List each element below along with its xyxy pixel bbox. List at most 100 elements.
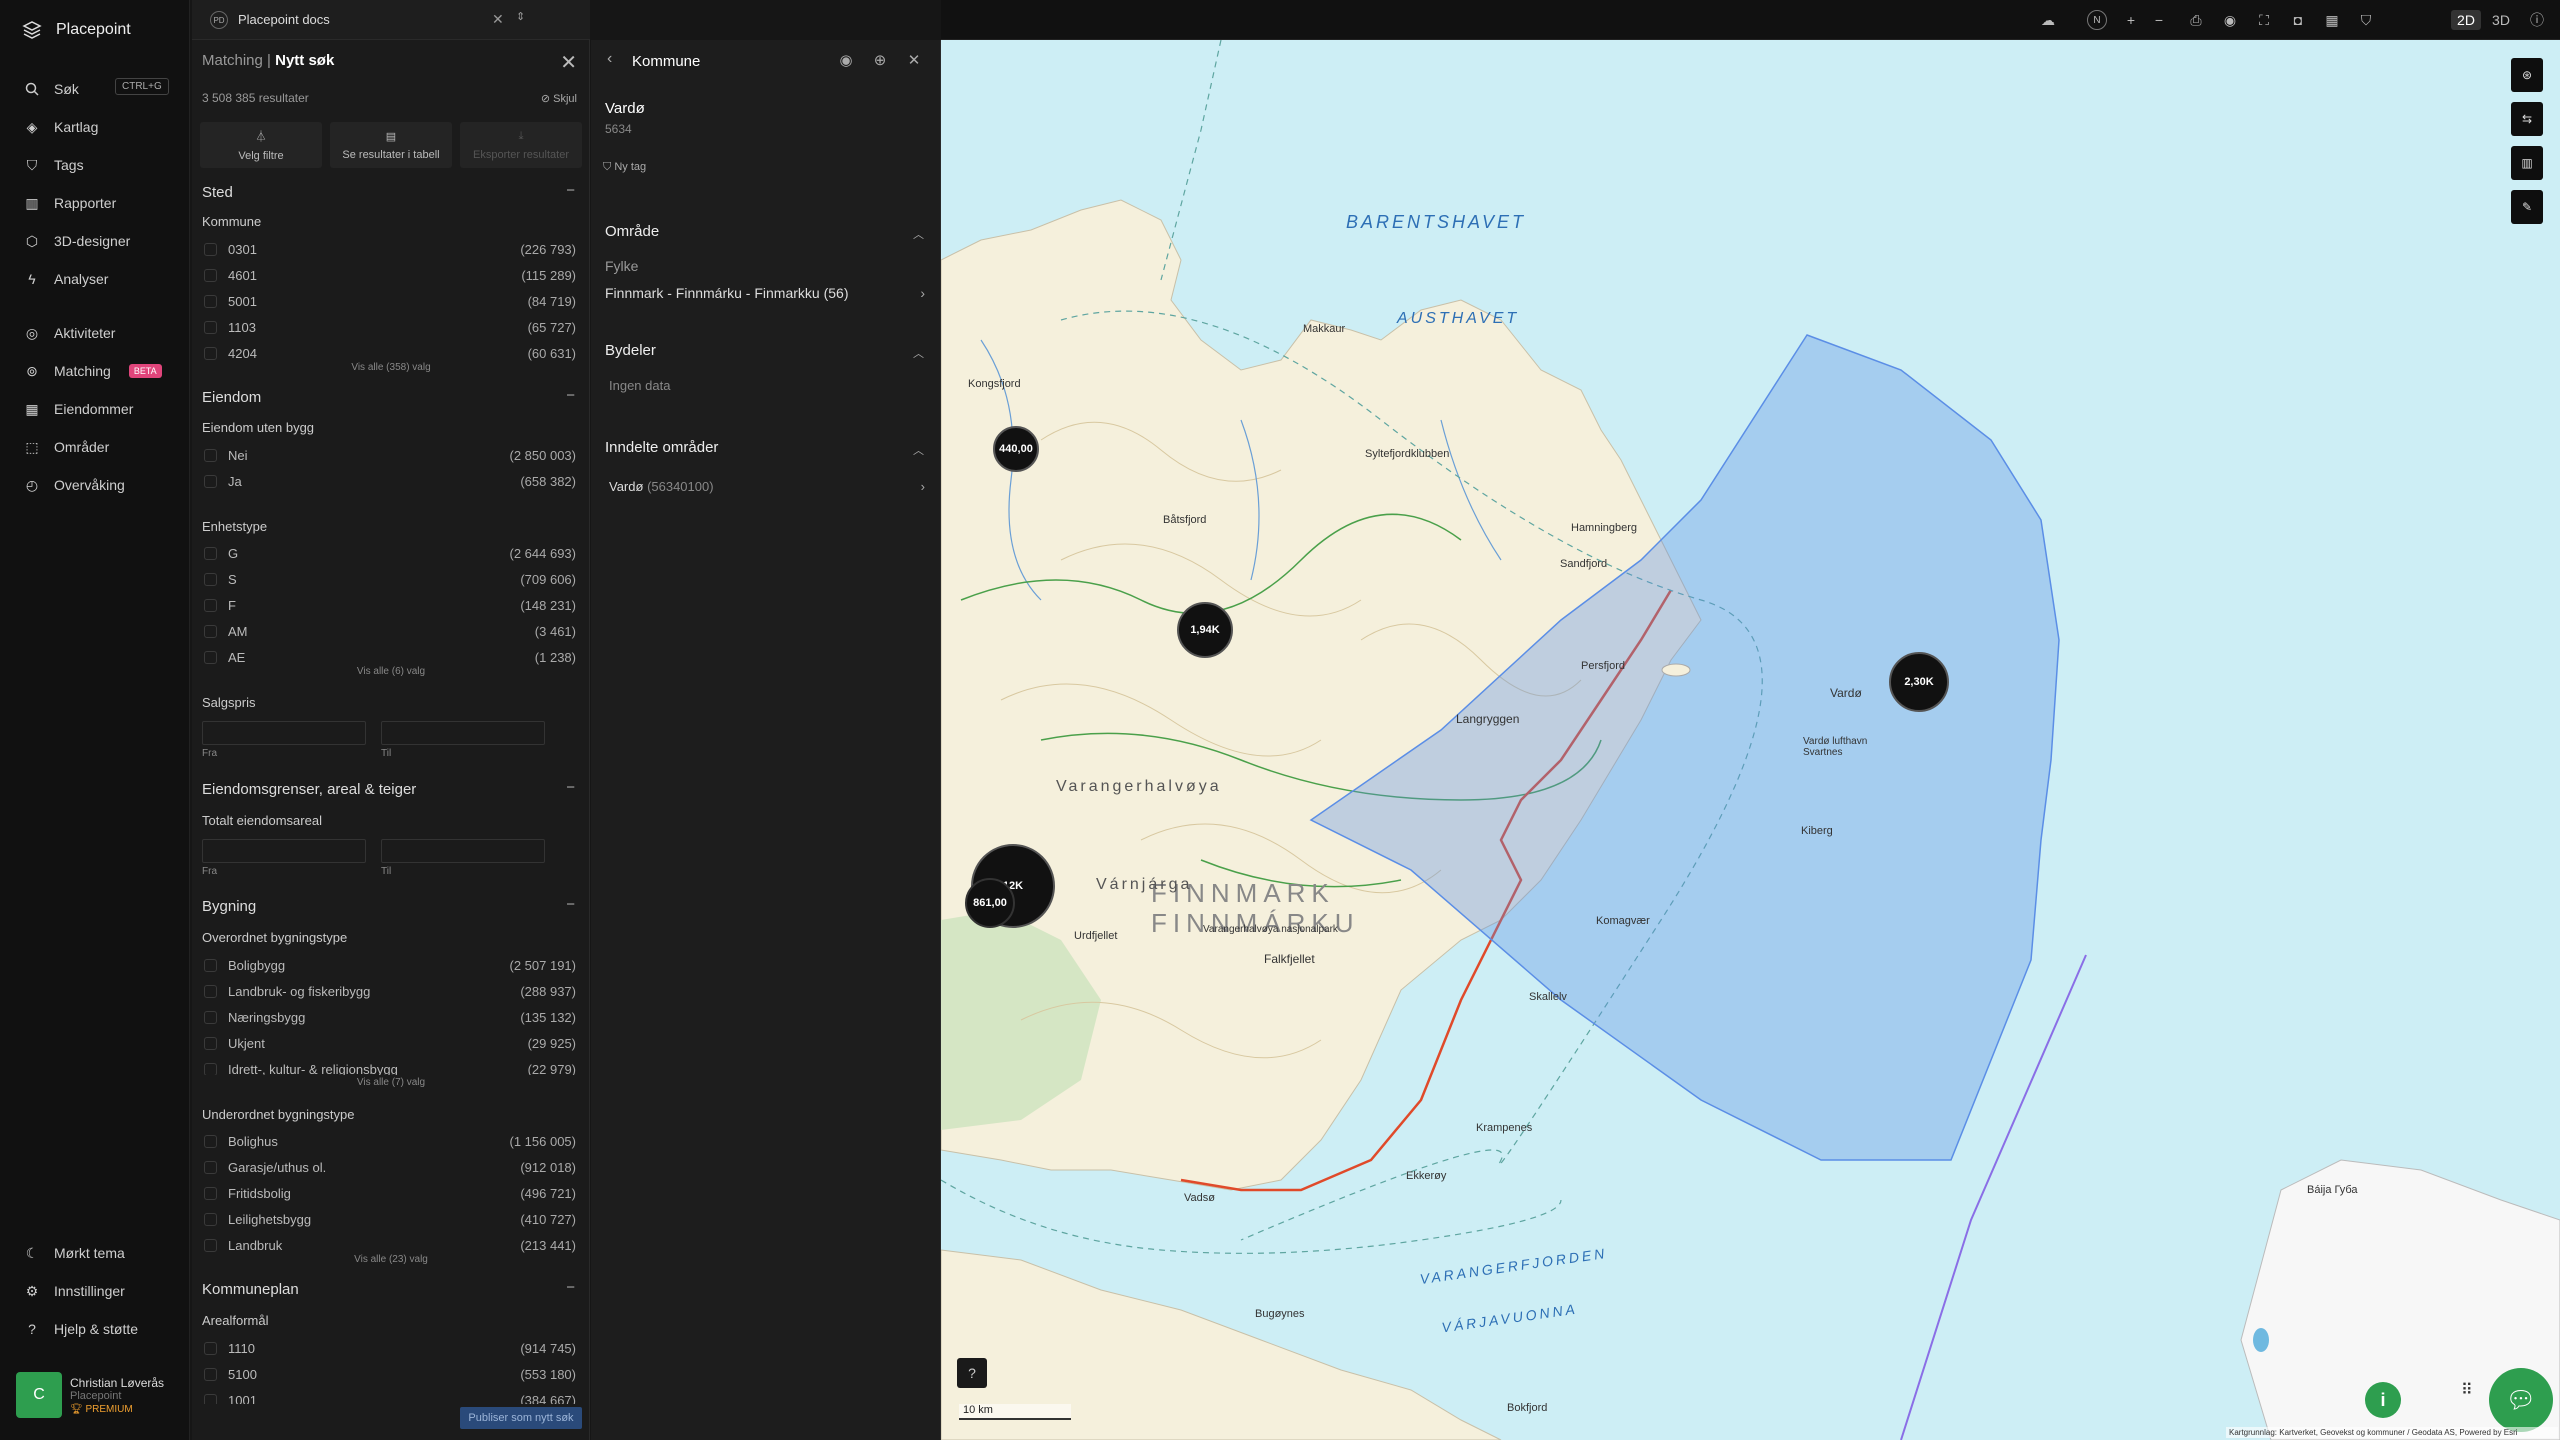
checkbox[interactable] bbox=[204, 1239, 217, 1252]
area-to-input[interactable] bbox=[381, 839, 545, 863]
filter-option[interactable]: Idrett-, kultur- & religionsbygg (22 979) bbox=[202, 1061, 576, 1075]
nav-item-settings[interactable]: ⚙ Innstillinger bbox=[24, 1280, 125, 1302]
nav-item-dark-theme[interactable]: ☾ Mørkt tema bbox=[24, 1242, 125, 1264]
checkbox[interactable] bbox=[204, 1394, 217, 1404]
help-icon[interactable]: ? bbox=[957, 1358, 987, 1388]
nav-item-kartlag[interactable]: ◈ Kartlag bbox=[24, 116, 99, 138]
collapse-icon[interactable]: − bbox=[566, 387, 575, 404]
filter-option[interactable]: AE (1 238) bbox=[202, 649, 576, 667]
target-icon[interactable]: ⊕ bbox=[871, 51, 889, 69]
collapse-icon[interactable]: − bbox=[566, 1279, 575, 1296]
nav-item-matching[interactable]: ⊚ Matching BETA bbox=[24, 360, 162, 382]
checkbox[interactable] bbox=[204, 321, 217, 334]
nav-item-omrader[interactable]: ⬚ Områder bbox=[24, 436, 109, 458]
filter-option[interactable]: Landbruk (213 441) bbox=[202, 1237, 576, 1255]
checkbox[interactable] bbox=[204, 625, 217, 638]
checkbox[interactable] bbox=[204, 547, 217, 560]
checkbox[interactable] bbox=[204, 475, 217, 488]
new-tag-button[interactable]: ⛉ Ny tag bbox=[603, 161, 646, 174]
filter-option[interactable]: Ukjent (29 925) bbox=[202, 1035, 576, 1053]
checkbox[interactable] bbox=[204, 651, 217, 664]
hide-button[interactable]: ⊘ Skjul bbox=[541, 92, 577, 105]
export-results-button[interactable]: ⤓ Eksporter resultater bbox=[460, 122, 582, 168]
filter-option[interactable]: S (709 606) bbox=[202, 571, 576, 589]
filter-option[interactable]: Ja (658 382) bbox=[202, 473, 576, 491]
eye-icon[interactable]: ◉ bbox=[2220, 10, 2240, 30]
map-layers-icon[interactable]: ⊛ bbox=[2511, 58, 2543, 92]
fullscreen-icon[interactable]: ⛶ bbox=[2254, 10, 2274, 30]
price-to-input[interactable] bbox=[381, 721, 545, 745]
document-tab[interactable]: PD Placepoint docs ✕ ⇕ bbox=[192, 0, 590, 40]
checkbox[interactable] bbox=[204, 1011, 217, 1024]
section-bydeler[interactable]: Bydeler bbox=[605, 342, 656, 359]
close-icon[interactable]: ✕ bbox=[492, 11, 504, 28]
user-profile[interactable]: C Christian Løverås Placepoint 🏆︎ PREMIU… bbox=[16, 1372, 164, 1418]
nav-item-eiendommer[interactable]: ▦ Eiendommer bbox=[24, 398, 133, 420]
close-icon[interactable]: ✕ bbox=[560, 50, 577, 75]
show-table-button[interactable]: ▤ Se resultater i tabell bbox=[330, 122, 452, 168]
zoom-out-icon[interactable]: − bbox=[2149, 10, 2169, 30]
section-omrade[interactable]: Område bbox=[605, 223, 659, 240]
nav-item-overvaking[interactable]: ◴ Overvåking bbox=[24, 474, 125, 496]
chat-icon[interactable]: 💬︎ bbox=[2489, 1368, 2553, 1432]
checkbox[interactable] bbox=[204, 347, 217, 360]
measure-icon[interactable]: ⇆ bbox=[2511, 102, 2543, 136]
drag-handle-icon[interactable]: ⠿ bbox=[2461, 1380, 2473, 1400]
draw-icon[interactable]: ✎ bbox=[2511, 190, 2543, 224]
checkbox[interactable] bbox=[204, 1135, 217, 1148]
show-all-link[interactable]: Vis alle (6) valg bbox=[192, 666, 590, 677]
compass-icon[interactable]: N bbox=[2087, 10, 2107, 30]
map-cluster[interactable]: 2,30K bbox=[1889, 652, 1949, 712]
filter-option[interactable]: 1001 (384 667) bbox=[202, 1392, 576, 1404]
mode-3d-button[interactable]: 3D bbox=[2489, 10, 2513, 30]
zoom-in-icon[interactable]: + bbox=[2121, 10, 2141, 30]
checkbox[interactable] bbox=[204, 449, 217, 462]
print-icon[interactable]: ⎙ bbox=[2186, 10, 2206, 30]
checkbox[interactable] bbox=[204, 573, 217, 586]
filter-option[interactable]: 1110 (914 745) bbox=[202, 1340, 576, 1358]
show-all-link[interactable]: Vis alle (23) valg bbox=[192, 1254, 590, 1265]
section-eiendomsgrenser[interactable]: Eiendomsgrenser, areal & teiger bbox=[202, 781, 416, 798]
filter-option[interactable]: 0301 (226 793) bbox=[202, 241, 576, 259]
collapse-icon[interactable]: − bbox=[566, 779, 575, 796]
filter-option[interactable]: 4204 (60 631) bbox=[202, 345, 576, 363]
nav-item-aktiviteter[interactable]: ◎ Aktiviteter bbox=[24, 322, 116, 344]
filter-option[interactable]: Garasje/uthus ol. (912 018) bbox=[202, 1159, 576, 1177]
section-kommuneplan[interactable]: Kommuneplan bbox=[202, 1281, 299, 1298]
checkbox[interactable] bbox=[204, 243, 217, 256]
map-canvas[interactable]: BARENTSHAVET AUSTHAVET VARANGERFJORDEN V… bbox=[941, 40, 2560, 1440]
chevron-up-icon[interactable]: ︿ bbox=[913, 345, 924, 361]
filter-option[interactable]: Leilighetsbygg (410 727) bbox=[202, 1211, 576, 1229]
checkbox[interactable] bbox=[204, 599, 217, 612]
publish-search-button[interactable]: Publiser som nytt søk bbox=[460, 1407, 582, 1429]
filter-option[interactable]: Boligbygg (2 507 191) bbox=[202, 957, 576, 975]
fylke-link[interactable]: Finnmark - Finnmárku - Finmarkku (56) › bbox=[605, 285, 925, 301]
chevron-updown-icon[interactable]: ⇕ bbox=[516, 10, 525, 23]
brand[interactable]: Placepoint bbox=[22, 20, 131, 40]
choose-filters-button[interactable]: ⏃ Velg filtre bbox=[200, 122, 322, 168]
mode-2d-button[interactable]: 2D bbox=[2451, 10, 2481, 30]
chevron-up-icon[interactable]: ︿ bbox=[913, 442, 924, 458]
checkbox[interactable] bbox=[204, 985, 217, 998]
camera-icon[interactable]: ◘ bbox=[2288, 10, 2308, 30]
checkbox[interactable] bbox=[204, 1342, 217, 1355]
filter-option[interactable]: Næringsbygg (135 132) bbox=[202, 1009, 576, 1027]
grid-icon[interactable]: ▦ bbox=[2322, 10, 2342, 30]
section-bygning[interactable]: Bygning bbox=[202, 898, 256, 915]
section-eiendom[interactable]: Eiendom bbox=[202, 389, 261, 406]
filter-option[interactable]: 5100 (553 180) bbox=[202, 1366, 576, 1384]
show-all-link[interactable]: Vis alle (358) valg bbox=[192, 362, 590, 373]
price-from-input[interactable] bbox=[202, 721, 366, 745]
checkbox[interactable] bbox=[204, 1368, 217, 1381]
collapse-icon[interactable]: − bbox=[566, 182, 575, 199]
breadcrumb-matching[interactable]: Matching bbox=[202, 52, 263, 69]
area-from-input[interactable] bbox=[202, 839, 366, 863]
filter-option[interactable]: G (2 644 693) bbox=[202, 545, 576, 563]
filter-option[interactable]: Landbruk- og fiskeribygg (288 937) bbox=[202, 983, 576, 1001]
checkbox[interactable] bbox=[204, 269, 217, 282]
filter-option[interactable]: 5001 (84 719) bbox=[202, 293, 576, 311]
subarea-link[interactable]: Vardø (56340100) › bbox=[609, 479, 925, 494]
map-cluster[interactable]: 440,00 bbox=[993, 426, 1039, 472]
filter-option[interactable]: Fritidsbolig (496 721) bbox=[202, 1185, 576, 1203]
filter-option[interactable]: AM (3 461) bbox=[202, 623, 576, 641]
